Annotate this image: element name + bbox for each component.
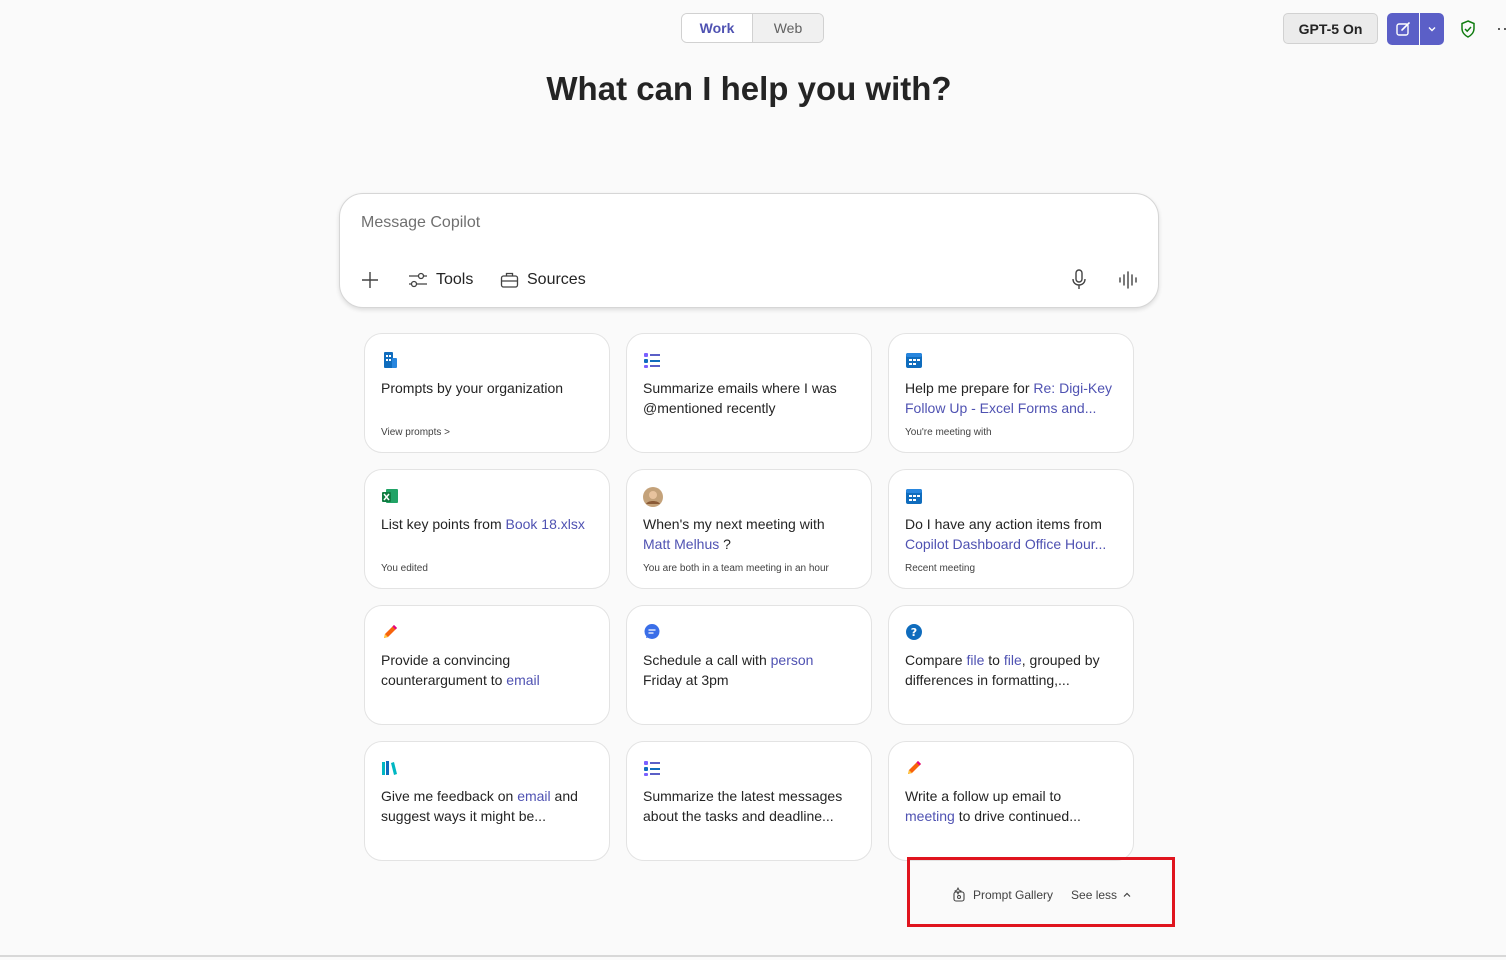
card-text-end: , grouped by — [1021, 652, 1100, 668]
microphone-icon — [1072, 269, 1086, 289]
books-icon — [382, 761, 397, 775]
card-text-line2: Friday at 3pm — [643, 672, 729, 688]
card-text-line2: @mentioned recently — [643, 400, 776, 416]
list-icon — [644, 761, 660, 776]
card-text: Do I have any action items from — [905, 516, 1102, 532]
question-icon: ? — [906, 624, 922, 640]
file-link-2[interactable]: file — [1004, 652, 1022, 668]
pencil-icon — [384, 625, 397, 638]
prompt-card-feedback[interactable]: Give me feedback on email and suggest wa… — [364, 741, 610, 861]
prompt-card-action-items[interactable]: Do I have any action items from Copilot … — [888, 469, 1134, 589]
person-link[interactable]: Matt Melhus — [643, 536, 719, 552]
tools-label: Tools — [436, 271, 474, 288]
card-text-line2: suggest ways it might be... — [381, 808, 546, 824]
prompt-card-compare-files[interactable]: ? Compare file to file, grouped by diffe… — [888, 605, 1134, 725]
excel-icon — [382, 489, 398, 503]
file-link[interactable]: Book 18.xlsx — [506, 516, 585, 532]
audio-waveform-icon — [1119, 271, 1137, 289]
prompt-card-summarize-messages[interactable]: Summarize the latest messages about the … — [626, 741, 872, 861]
card-text-line2: about the tasks and deadline... — [643, 808, 834, 824]
briefcase-icon — [500, 272, 519, 288]
voice-mode-button[interactable] — [1118, 266, 1146, 294]
prompt-card-counterargument[interactable]: Provide a convincing counterargument to … — [364, 605, 610, 725]
email-link[interactable]: email — [506, 672, 539, 688]
person-link[interactable]: person — [771, 652, 814, 668]
card-text: Write a follow up email to — [905, 788, 1062, 804]
tools-button[interactable]: Tools — [408, 266, 473, 294]
meeting-link[interactable]: Copilot Dashboard Office Hour... — [905, 534, 1125, 554]
card-subtext: Recent meeting — [905, 563, 976, 574]
calendar-icon — [906, 353, 922, 368]
pencil-icon — [908, 761, 921, 774]
mode-toggle: Work Web — [681, 13, 824, 43]
add-button[interactable] — [360, 266, 388, 294]
microphone-button[interactable] — [1070, 266, 1096, 294]
tab-web[interactable]: Web — [752, 14, 823, 42]
sliders-icon — [409, 272, 427, 288]
card-text-end: to drive continued... — [954, 808, 1081, 824]
chat-bubble-icon — [644, 624, 660, 639]
chevron-down-icon — [1428, 27, 1436, 32]
card-text-line1: Summarize the latest messages — [643, 788, 843, 804]
card-subtext: You are both in a team meeting in an hou… — [643, 563, 829, 574]
card-text-line2: differences in formatting,... — [905, 672, 1070, 688]
highlight-annotation-box — [907, 857, 1175, 927]
meeting-link[interactable]: meeting — [905, 808, 955, 824]
compose-icon — [1396, 22, 1410, 36]
meeting-link-continued[interactable]: Follow Up - Excel Forms and... — [905, 398, 1125, 418]
card-text: Give me feedback on — [381, 788, 518, 804]
gpt5-toggle-button[interactable]: GPT-5 On — [1283, 13, 1378, 44]
message-input[interactable] — [359, 208, 1043, 238]
meeting-link[interactable]: Re: Digi-Key — [1033, 380, 1112, 396]
card-text-end: and — [550, 788, 578, 804]
prompt-card-key-points[interactable]: List key points from Book 18.xlsx You ed… — [364, 469, 610, 589]
card-text: Help me prepare for — [905, 380, 1034, 396]
card-text: List key points from — [381, 516, 506, 532]
sources-label: Sources — [527, 271, 586, 288]
list-icon — [644, 353, 660, 368]
building-icon — [384, 352, 397, 368]
sources-button[interactable]: Sources — [500, 266, 586, 294]
prompt-card-next-meeting[interactable]: When's my next meeting with Matt Melhus … — [626, 469, 872, 589]
prompt-card-prepare-meeting[interactable]: Help me prepare for Re: Digi-Key Follow … — [888, 333, 1134, 453]
avatar-icon — [643, 487, 663, 507]
tab-work[interactable]: Work — [682, 14, 752, 42]
file-link-1[interactable]: file — [966, 652, 984, 668]
card-text: When's my next meeting with — [643, 516, 825, 532]
svg-text:?: ? — [911, 626, 917, 639]
message-composer: Tools Sources — [339, 193, 1159, 308]
more-options-button[interactable]: ··· — [1496, 14, 1506, 42]
prompt-card-schedule-call[interactable]: Schedule a call with person Friday at 3p… — [626, 605, 872, 725]
card-text: Provide a convincing — [381, 652, 511, 668]
view-prompts-link[interactable]: View prompts > — [381, 427, 450, 438]
card-text-end: ? — [719, 536, 731, 552]
page-title: What can I help you with? — [546, 70, 952, 107]
card-text-mid: to — [984, 652, 1004, 668]
email-link[interactable]: email — [517, 788, 550, 804]
card-subtext: You edited — [381, 563, 428, 574]
shield-check-icon[interactable] — [1458, 19, 1478, 39]
card-text: Prompts by your organization — [381, 380, 564, 396]
bottom-divider — [0, 955, 1506, 957]
new-chat-dropdown[interactable] — [1420, 13, 1444, 45]
plus-icon — [362, 272, 378, 288]
card-text: Schedule a call with — [643, 652, 771, 668]
prompt-card-org-prompts[interactable]: Prompts by your organization View prompt… — [364, 333, 610, 453]
card-subtext: You're meeting with — [905, 427, 992, 438]
card-text-line2: counterargument to — [381, 672, 507, 688]
new-chat-button[interactable] — [1387, 13, 1419, 45]
card-text: Compare — [905, 652, 967, 668]
card-text-line1: Summarize emails where I was — [643, 380, 837, 396]
prompt-card-summarize-mentions[interactable]: Summarize emails where I was @mentioned … — [626, 333, 872, 453]
calendar-icon — [906, 489, 922, 504]
prompt-card-follow-up-email[interactable]: Write a follow up email to meeting to dr… — [888, 741, 1134, 861]
